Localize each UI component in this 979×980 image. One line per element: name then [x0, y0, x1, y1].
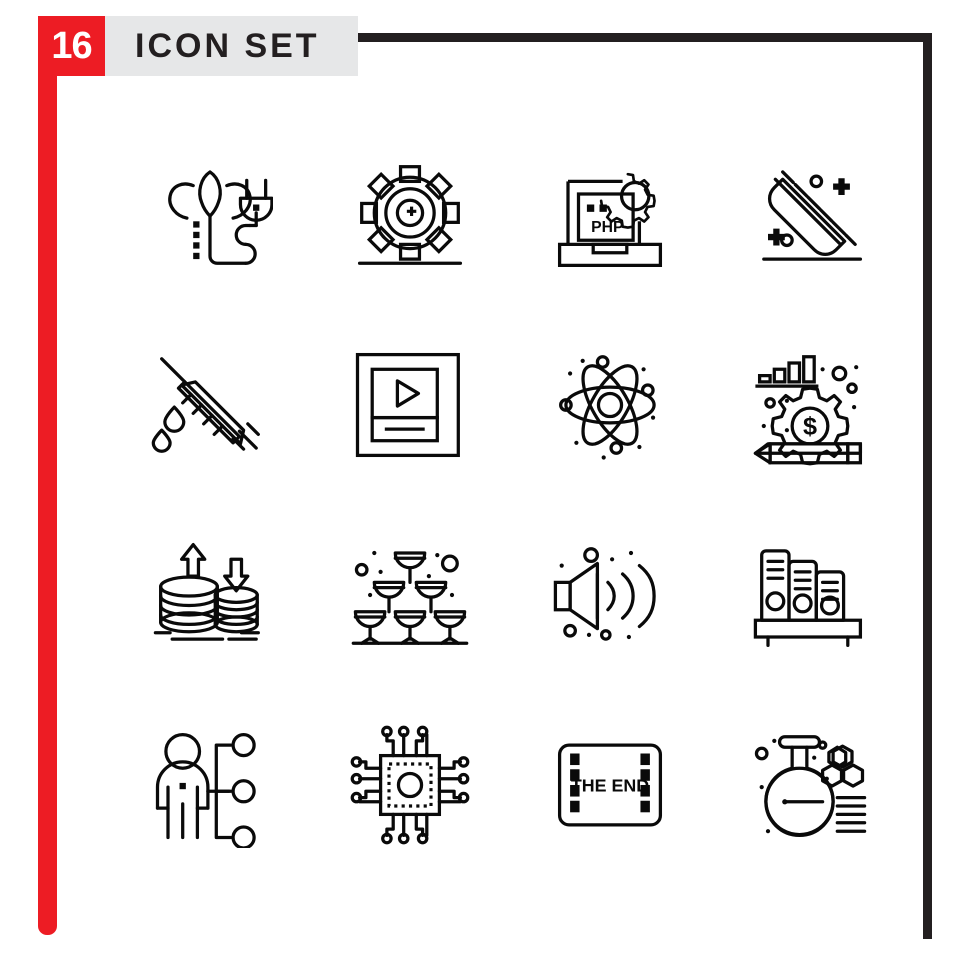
frame-top-border: [352, 33, 932, 42]
icon-cell-the-end-film[interactable]: THE END: [510, 690, 710, 880]
icon-cell-user-network[interactable]: [110, 690, 310, 880]
atom-science-icon: [559, 355, 656, 460]
icon-cell-eco-energy-plug[interactable]: [110, 120, 310, 310]
user-network-icon: [155, 732, 256, 848]
icon-cell-speaker-volume[interactable]: [510, 500, 710, 690]
icon-cell-atom-science[interactable]: [510, 310, 710, 500]
coin-stack-transfer-icon: [153, 542, 260, 641]
svg-text:$: $: [803, 412, 817, 440]
speaker-volume-icon: [553, 547, 656, 641]
icon-set-sheet: 16 ICON SET PHP $ THE END: [0, 0, 979, 980]
syringe-injection-icon: [151, 357, 260, 453]
svg-text:PHP: PHP: [591, 219, 623, 236]
icon-cell-business-management[interactable]: $: [710, 310, 910, 500]
icon-grid: PHP $ THE END: [110, 120, 910, 880]
chemistry-flask-icon: [754, 735, 867, 838]
page-title: ICON SET: [135, 27, 320, 65]
the-end-film-icon: THE END: [557, 743, 663, 827]
icon-cell-coin-stack-transfer[interactable]: [110, 500, 310, 690]
champagne-pyramid-icon: [351, 550, 469, 645]
cpu-processor-icon: [350, 725, 470, 845]
icon-cell-gear-settings[interactable]: [310, 120, 510, 310]
archive-binders-icon: [753, 549, 863, 648]
gear-settings-icon: [357, 165, 463, 265]
icon-cell-archive-binders[interactable]: [710, 500, 910, 690]
video-player-icon: [355, 352, 460, 458]
icon-cell-syringe-injection[interactable]: [110, 310, 310, 500]
icon-cell-broom-cleaning[interactable]: [710, 120, 910, 310]
php-development-icon: PHP: [557, 172, 663, 268]
icon-cell-cpu-processor[interactable]: [310, 690, 510, 880]
icon-cell-php-development[interactable]: PHP: [510, 120, 710, 310]
frame-left-accent-bar: [38, 33, 57, 935]
business-management-icon: $: [753, 355, 863, 466]
icon-cell-champagne-pyramid[interactable]: [310, 500, 510, 690]
icon-cell-video-player[interactable]: [310, 310, 510, 500]
icon-cell-chemistry-flask[interactable]: [710, 690, 910, 880]
broom-cleaning-icon: [762, 170, 863, 261]
svg-text:THE END: THE END: [571, 775, 649, 795]
icon-count-badge: 16: [38, 16, 105, 76]
frame-right-border: [923, 33, 932, 939]
eco-energy-plug-icon: [168, 170, 273, 265]
